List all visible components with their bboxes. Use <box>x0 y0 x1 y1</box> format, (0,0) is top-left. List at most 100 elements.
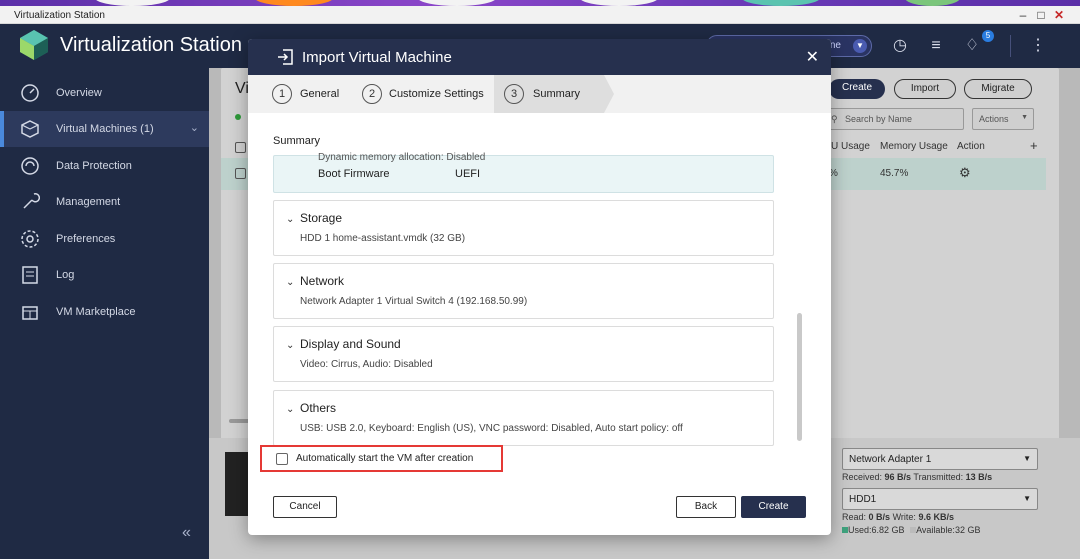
summary-card-display-sound[interactable]: ⌄ Display and Sound Video: Cirrus, Audio:… <box>273 326 774 382</box>
sidebar-item-label: Management <box>56 196 121 208</box>
header-divider <box>1010 35 1011 57</box>
add-column-icon[interactable]: + <box>1030 138 1038 153</box>
step-number: 1 <box>272 84 292 104</box>
column-action: Action <box>957 141 985 152</box>
disk-value: HDD1 <box>849 494 877 505</box>
back-button[interactable]: Back <box>676 496 736 518</box>
actions-dropdown[interactable]: Actions ▼ <box>972 108 1034 130</box>
section-title: ⌄ Display and Sound <box>286 337 401 351</box>
autostart-checkbox[interactable] <box>276 453 288 465</box>
more-options-icon[interactable]: ⋮ <box>1028 36 1048 56</box>
collapse-sidebar-icon[interactable]: « <box>182 524 191 542</box>
network-adapter-value: Network Adapter 1 <box>849 454 932 465</box>
window-titlebar: Virtualization Station – □ ✕ <box>0 6 1080 24</box>
summary-card-storage[interactable]: ⌄ Storage HDD 1 home-assistant.vmdk (32 G… <box>273 200 774 256</box>
status-dot <box>235 114 241 120</box>
summary-card-others[interactable]: ⌄ Others USB: USB 2.0, Keyboard: English … <box>273 390 774 446</box>
sidebar-item-vm-marketplace[interactable]: VM Marketplace <box>0 294 209 330</box>
select-all-checkbox[interactable] <box>235 142 246 153</box>
chevron-down-icon: ⌄ <box>286 340 295 351</box>
summary-card-memory: Dynamic memory allocation: Disabled Boot… <box>273 152 774 193</box>
step-arrow <box>604 75 614 113</box>
marketplace-icon <box>22 306 38 320</box>
clipped-row: Dynamic memory allocation: Disabled <box>318 152 486 163</box>
migrate-button[interactable]: Migrate <box>964 79 1032 99</box>
tasks-icon[interactable]: ≡ <box>926 36 946 56</box>
sidebar-item-label: Data Protection <box>56 160 132 172</box>
cancel-button[interactable]: Cancel <box>273 496 337 518</box>
chevron-down-icon: ▼ <box>1021 114 1028 121</box>
section-title: ⌄ Others <box>286 401 337 415</box>
import-vm-dialog: Import Virtual Machine ✕ 1 General 2 Cus… <box>248 39 831 535</box>
column-cpu-usage[interactable]: U Usage <box>831 141 870 152</box>
dialog-body: Summary Dynamic memory allocation: Disab… <box>248 113 831 535</box>
vertical-scrollbar[interactable] <box>797 313 802 441</box>
section-detail: USB: USB 2.0, Keyboard: English (US), VN… <box>300 423 683 434</box>
sidebar-item-overview[interactable]: Overview <box>0 75 209 111</box>
dashboard-gauge-icon[interactable]: ◷ <box>890 36 910 56</box>
management-icon <box>23 193 40 209</box>
app-logo-icon <box>20 30 48 60</box>
chevron-down-icon: ⌄ <box>286 404 295 415</box>
notification-bell-icon[interactable]: ♢ <box>962 36 982 56</box>
window-title: Virtualization Station <box>14 10 105 21</box>
search-input[interactable]: ⚲ Search by Name <box>826 108 964 130</box>
sidebar-item-label: Virtual Machines (1) <box>56 123 154 135</box>
vm-icon <box>21 120 39 138</box>
preferences-icon <box>21 230 39 248</box>
step-number: 2 <box>362 84 382 104</box>
chevron-down-icon: ▼ <box>1023 454 1031 463</box>
import-icon <box>278 49 293 65</box>
step-customize-settings[interactable]: 2 Customize Settings <box>360 75 494 113</box>
maximize-icon[interactable]: □ <box>1034 8 1048 22</box>
storage-stats: Used:6.82 GB Available:32 GB <box>842 525 980 535</box>
disk-stats: Read: 0 B/s Write: 9.6 KB/s <box>842 512 954 522</box>
disk-select[interactable]: HDD1 ▼ <box>842 488 1038 510</box>
summary-card-network[interactable]: ⌄ Network Network Adapter 1 Virtual Switc… <box>273 263 774 319</box>
autostart-option[interactable]: Automatically start the VM after creatio… <box>260 445 503 472</box>
dialog-header: Import Virtual Machine ✕ <box>248 39 831 75</box>
chevron-down-icon[interactable]: ⌄ <box>190 121 199 134</box>
page-heading: Vi <box>235 80 249 97</box>
column-memory-usage[interactable]: Memory Usage <box>880 141 948 152</box>
sidebar-item-label: Preferences <box>56 233 116 245</box>
step-label: Customize Settings <box>389 88 484 100</box>
network-stats: Received: 96 B/s Transmitted: 13 B/s <box>842 472 993 482</box>
row-memory-usage: 45.7% <box>880 168 909 179</box>
step-general[interactable]: 1 General <box>248 75 360 113</box>
sidebar-item-virtual-machines[interactable]: Virtual Machines (1) ⌄ <box>0 111 209 147</box>
sidebar-item-label: Log <box>56 269 75 281</box>
sidebar: Overview Virtual Machines (1) ⌄ Data Pro… <box>0 68 209 559</box>
step-label: General <box>300 88 340 100</box>
sidebar-item-log[interactable]: Log <box>0 257 209 293</box>
vm-console-thumbnail[interactable] <box>225 452 249 516</box>
section-title: ⌄ Storage <box>286 211 343 225</box>
autostart-label: Automatically start the VM after creatio… <box>296 453 474 464</box>
sidebar-item-preferences[interactable]: Preferences <box>0 221 209 257</box>
close-icon[interactable]: ✕ <box>806 47 819 67</box>
gear-icon[interactable]: ⚙ <box>959 165 971 181</box>
sidebar-item-data-protection[interactable]: Data Protection <box>0 148 209 184</box>
close-window-icon[interactable]: ✕ <box>1052 8 1066 22</box>
app-title: Virtualization Station <box>60 34 242 56</box>
section-detail: Network Adapter 1 Virtual Switch 4 (192.… <box>300 296 528 307</box>
section-detail: HDD 1 home-assistant.vmdk (32 GB) <box>300 233 466 244</box>
step-summary[interactable]: 3 Summary <box>494 75 604 113</box>
import-button[interactable]: Import <box>894 79 956 99</box>
sidebar-item-management[interactable]: Management <box>0 184 209 220</box>
chevron-down-icon: ⌄ <box>286 277 295 288</box>
chevron-down-icon: ▼ <box>1023 494 1031 503</box>
step-number: 3 <box>504 84 524 104</box>
row-checkbox[interactable] <box>235 168 246 179</box>
section-detail: Video: Cirrus, Audio: Disabled <box>300 359 433 370</box>
minimize-icon[interactable]: – <box>1016 8 1030 22</box>
wizard-steps: 1 General 2 Customize Settings 3 Summary <box>248 75 831 113</box>
dialog-title: Import Virtual Machine <box>302 49 452 66</box>
chevron-down-icon[interactable]: ▼ <box>853 39 867 53</box>
boot-firmware-value: UEFI <box>455 168 481 180</box>
data-protection-icon <box>21 157 39 175</box>
actions-label: Actions <box>979 114 1009 124</box>
create-vm-button[interactable]: Create <box>829 79 885 99</box>
network-adapter-select[interactable]: Network Adapter 1 ▼ <box>842 448 1038 470</box>
create-button[interactable]: Create <box>741 496 806 518</box>
